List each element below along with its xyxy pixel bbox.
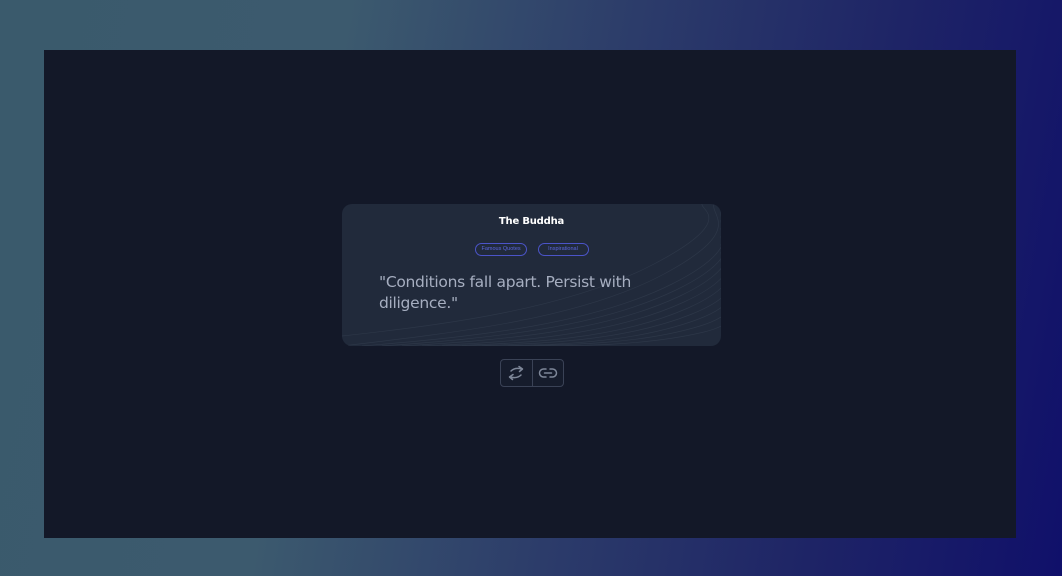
- tag-inspirational[interactable]: Inspirational: [537, 243, 589, 256]
- link-icon: [538, 368, 557, 378]
- quote-action-bar: [500, 359, 564, 387]
- new-quote-button[interactable]: [501, 360, 532, 386]
- swap-arrows-icon: [509, 365, 524, 381]
- quote-author: The Buddha: [498, 216, 565, 227]
- quote-tags: Famous Quotes Inspirational: [342, 243, 721, 256]
- app-frame: The Buddha Famous Quotes Inspirational "…: [44, 50, 1016, 538]
- quote-card: The Buddha Famous Quotes Inspirational "…: [342, 204, 721, 346]
- tag-famous-quotes[interactable]: Famous Quotes: [474, 243, 527, 256]
- copy-link-button[interactable]: [531, 360, 564, 386]
- quote-text: "Conditions fall apart. Persist with dil…: [379, 273, 631, 312]
